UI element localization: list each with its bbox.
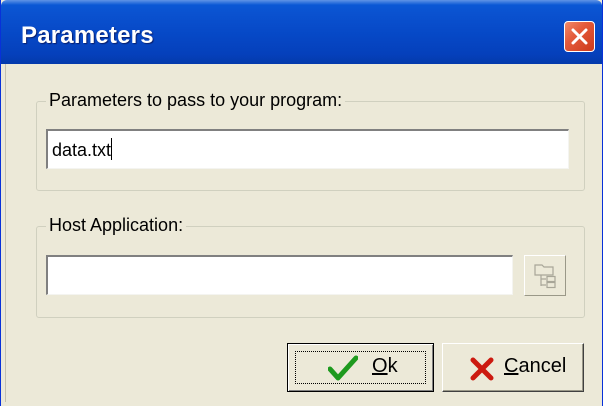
close-icon: [571, 28, 588, 45]
checkmark-icon: [328, 355, 358, 381]
ok-label-rest: k: [387, 355, 398, 377]
host-app-input[interactable]: [46, 255, 513, 295]
ok-mnemonic: O: [372, 355, 388, 377]
text-caret: [111, 138, 113, 160]
cancel-label: Cancel: [504, 355, 566, 378]
cancel-label-rest: ancel: [518, 355, 567, 377]
ok-label: Ok: [372, 355, 398, 378]
folder-tree-icon: [534, 264, 556, 289]
host-group-label: Host Application:: [46, 215, 187, 236]
ok-button[interactable]: Ok: [287, 343, 434, 392]
close-button[interactable]: [564, 21, 595, 52]
params-input[interactable]: data.txt: [46, 129, 569, 169]
window-title: Parameters: [21, 22, 154, 49]
browse-button[interactable]: [524, 255, 566, 296]
cancel-button[interactable]: Cancel: [442, 343, 584, 392]
params-group-label: Parameters to pass to your program:: [46, 90, 346, 111]
params-input-value: data.txt: [52, 140, 112, 160]
cancel-mnemonic: C: [504, 355, 519, 377]
focus-rect: [295, 351, 426, 384]
title-bar[interactable]: Parameters: [1, 0, 602, 64]
red-x-icon: [470, 357, 494, 381]
